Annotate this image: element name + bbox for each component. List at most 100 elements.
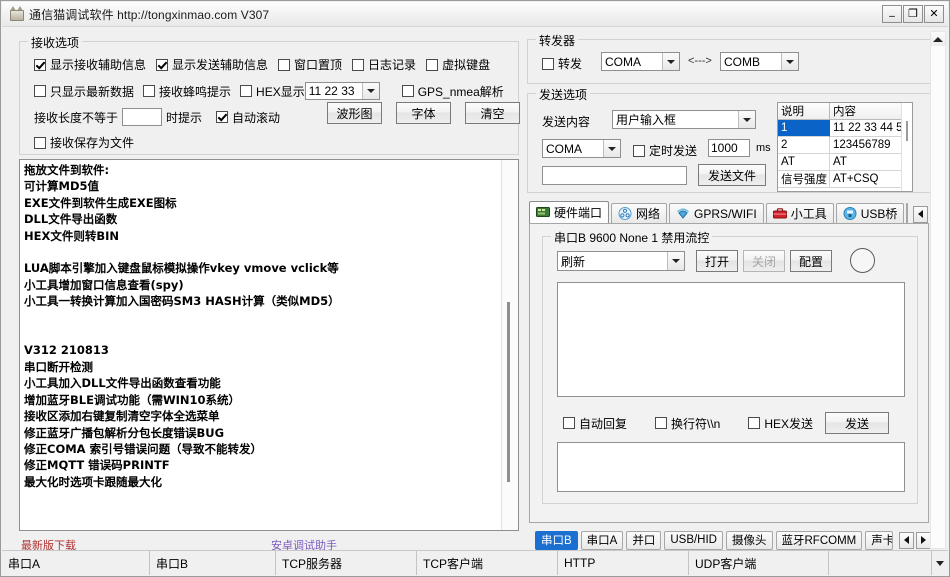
checkbox-label: 自动滚动 — [232, 110, 281, 125]
checkbox-box — [426, 58, 439, 71]
table-row[interactable]: 信号强度 AT+CSQ — [778, 171, 912, 188]
combo-value: COMA — [546, 141, 582, 156]
checkbox-box — [278, 58, 291, 71]
forward-source-combo[interactable]: COMA — [601, 52, 680, 71]
checkbox-gps-nmea[interactable]: GPS_nmea解析 — [401, 83, 504, 100]
device-tab-bluetooth-rfcomm[interactable]: 蓝牙RFCOMM — [775, 530, 863, 550]
device-tab-usb-hid[interactable]: USB/HID — [664, 530, 723, 550]
recv-length-prefix-label: 接收长度不等于 — [34, 110, 119, 125]
title-bar: 通信猫调试软件 http://tongxinmao.com V307 _ ❐ ✕ — [2, 2, 948, 27]
checkbox-box — [748, 417, 761, 429]
checkbox-recv-beep[interactable]: 接收蜂鸣提示 — [143, 83, 231, 100]
chevron-down-icon[interactable] — [667, 252, 684, 270]
cell-desc: 2 — [778, 137, 830, 154]
checkbox-label: 虚拟键盘 — [442, 58, 491, 72]
tab-hardware-port[interactable]: 硬件端口 — [529, 201, 610, 223]
scrollbar-thumb[interactable] — [507, 302, 510, 482]
right-panel-scrollbar[interactable] — [930, 31, 946, 549]
serial-port-select-combo[interactable]: 刷新 — [557, 251, 685, 271]
checkbox-log-record[interactable]: 日志记录 — [352, 56, 416, 73]
tab-label: 硬件端口 — [554, 206, 603, 220]
close-button[interactable]: ✕ — [924, 5, 944, 23]
checkbox-show-send-aux[interactable]: 显示发送辅助信息 — [156, 56, 268, 73]
checkbox-label: 窗口置顶 — [294, 58, 343, 72]
checkbox-show-recv-aux[interactable]: 显示接收辅助信息 — [34, 56, 146, 73]
open-port-button[interactable]: 打开 — [696, 250, 738, 272]
table-scrollbar[interactable] — [901, 103, 912, 191]
maximize-button[interactable]: ❐ — [903, 5, 923, 23]
send-content-combo[interactable]: 用户输入框 — [612, 110, 756, 129]
tab-label: USB桥 — [860, 207, 898, 221]
tab-gprs-wifi[interactable]: GPRS/WIFI — [669, 203, 764, 223]
send-content-label: 发送内容 — [542, 115, 591, 129]
checkbox-show-latest-only[interactable]: 只显示最新数据 — [34, 83, 134, 100]
checkbox-label: 接收蜂鸣提示 — [159, 84, 232, 99]
device-tab-scroll-right-button[interactable] — [916, 531, 931, 549]
window-title: 通信猫调试软件 http://tongxinmao.com V307 — [29, 7, 270, 22]
checkbox-forward[interactable]: 转发 — [542, 55, 582, 72]
send-button[interactable]: 发送 — [825, 412, 890, 434]
checkbox-autoscroll[interactable]: 自动滚动 — [216, 109, 280, 126]
chevron-down-icon[interactable] — [662, 53, 679, 70]
status-bar: 串口A 串口B TCP服务器 TCP客户端 HTTP UDP客户端 — [2, 550, 948, 575]
resize-grip-icon[interactable] — [932, 551, 948, 575]
device-tab-serial-b[interactable]: 串口B — [535, 530, 578, 550]
receive-text-area[interactable]: 拖放文件到软件: 可计算MD5值 EXE文件到软件生成EXE图标 DLL文件导出… — [19, 159, 519, 531]
checkbox-label: GPS_nmea解析 — [417, 84, 504, 99]
tab-scroll-left-button[interactable] — [913, 205, 929, 223]
hex-display-format-combo[interactable]: 11 22 33 — [304, 82, 380, 100]
font-button[interactable]: 字体 — [396, 102, 451, 124]
send-file-button[interactable]: 发送文件 — [698, 164, 766, 186]
status-cell-udp-client: UDP客户端 — [689, 551, 829, 575]
cell-desc: 信号强度 — [778, 171, 830, 188]
waveform-button[interactable]: 波形图 — [327, 102, 382, 124]
clear-button[interactable]: 清空 — [465, 102, 520, 124]
checkbox-box — [401, 85, 414, 97]
table-row[interactable]: 1 11 22 33 44 55 — [778, 120, 912, 137]
checkbox-label: HEX显示 — [256, 84, 305, 99]
tab-toolbox[interactable]: 小工具 — [765, 203, 834, 223]
table-row[interactable]: 2 123456789 — [778, 137, 912, 154]
checkbox-hex-display[interactable]: HEX显示 — [240, 83, 305, 100]
scroll-up-button[interactable] — [931, 32, 945, 46]
checkbox-virtual-keyboard[interactable]: 虚拟键盘 — [426, 56, 490, 73]
device-tab-scroll-left-button[interactable] — [899, 531, 914, 549]
checkbox-hex-send[interactable]: HEX发送 — [748, 415, 813, 432]
forward-direction-label: <---> — [688, 55, 712, 67]
timed-send-interval-input[interactable]: 1000 — [708, 139, 750, 157]
chevron-down-icon[interactable] — [738, 111, 755, 128]
device-tab-camera[interactable]: 摄像头 — [726, 530, 773, 550]
send-file-path-input[interactable] — [542, 166, 687, 185]
chevron-down-icon[interactable] — [603, 140, 620, 157]
serial-log-textarea[interactable] — [557, 282, 905, 397]
device-tab-serial-a[interactable]: 串口A — [580, 530, 624, 550]
checkbox-box — [34, 136, 46, 149]
config-port-button[interactable]: 配置 — [790, 250, 832, 272]
receive-area-scrollbar[interactable] — [501, 160, 518, 530]
checkbox-auto-reply[interactable]: 自动回复 — [563, 415, 627, 432]
device-tab-sound-card[interactable]: 声卡信号发 — [865, 530, 893, 550]
tab-overflow-partial[interactable] — [906, 203, 909, 223]
recv-length-input[interactable] — [122, 108, 163, 126]
tab-network[interactable]: 网络 — [611, 203, 668, 223]
hardware-port-tab-page: 串口B 9600 None 1 禁用流控 刷新 打开 关闭 配置 自动回复 换行… — [529, 223, 929, 523]
send-port-combo[interactable]: COMA — [542, 139, 621, 158]
forward-target-combo[interactable]: COMB — [720, 52, 799, 71]
tab-usb-bridge[interactable]: USB桥 — [835, 203, 905, 223]
chevron-down-icon[interactable] — [781, 53, 798, 70]
minimize-button[interactable]: _ — [882, 5, 902, 23]
checkbox-box — [563, 417, 575, 429]
device-tab-parallel[interactable]: 并口 — [626, 530, 662, 550]
checkbox-timed-send[interactable]: 定时发送 — [633, 142, 697, 159]
serial-port-group-title: 串口B 9600 None 1 禁用流控 — [551, 229, 713, 246]
checkbox-save-to-file[interactable]: 接收保存为文件 — [34, 134, 134, 151]
serial-send-input[interactable] — [557, 442, 905, 492]
table-row[interactable]: AT AT — [778, 154, 912, 171]
checkbox-window-topmost[interactable]: 窗口置顶 — [278, 56, 342, 73]
receive-options-group: 接收选项 显示接收辅助信息 显示发送辅助信息 窗口置顶 日志记录 虚拟键盘 只显… — [19, 34, 520, 155]
column-header-content: 内容 — [830, 103, 902, 120]
chevron-down-icon[interactable] — [361, 83, 379, 99]
preset-commands-table[interactable]: 说明 内容 1 11 22 33 44 55 2 123456789 AT AT… — [777, 102, 913, 192]
checkbox-newline[interactable]: 换行符\\n — [655, 415, 720, 432]
tab-label: GPRS/WIFI — [694, 206, 757, 221]
